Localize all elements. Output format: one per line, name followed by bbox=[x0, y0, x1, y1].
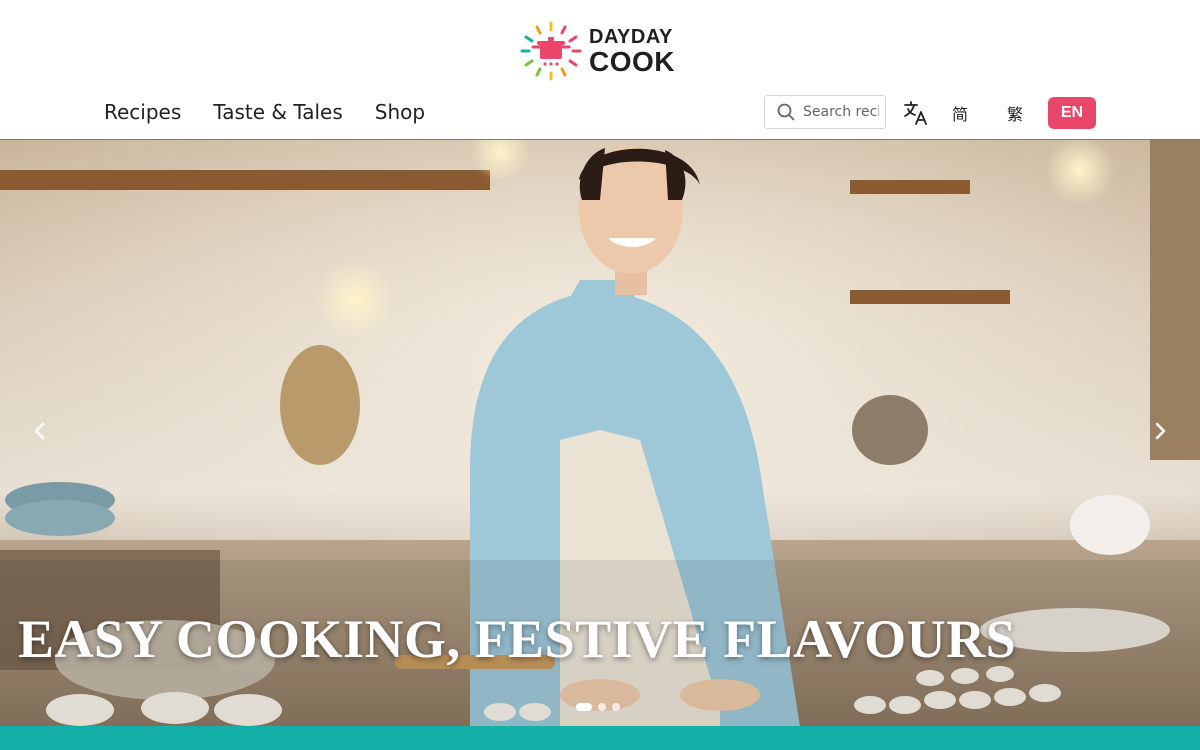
lang-simplified-button[interactable]: 简 bbox=[945, 97, 975, 129]
carousel-dot-1[interactable] bbox=[576, 703, 592, 711]
translate-icon[interactable] bbox=[903, 100, 929, 126]
brand-wordmark: DAYDAY COOK bbox=[589, 27, 675, 76]
lang-traditional-button[interactable]: 繁 bbox=[1000, 97, 1030, 129]
carousel-dot-3[interactable] bbox=[612, 703, 620, 711]
lang-english-button[interactable]: EN bbox=[1048, 97, 1096, 129]
carousel-prev-button[interactable] bbox=[25, 416, 55, 446]
site-header: DAYDAY COOK Recipes Taste & Tales Shop 简… bbox=[0, 0, 1200, 139]
chevron-right-icon[interactable] bbox=[1153, 422, 1167, 440]
chevron-left-icon[interactable] bbox=[33, 422, 47, 440]
nav-item-taste-tales[interactable]: Taste & Tales bbox=[213, 100, 342, 124]
search-box[interactable] bbox=[764, 95, 886, 129]
brand-line2: COOK bbox=[589, 45, 675, 77]
carousel-next-button[interactable] bbox=[1145, 416, 1175, 446]
brand-line1: DAYDAY bbox=[589, 25, 673, 48]
nav-item-shop[interactable]: Shop bbox=[375, 100, 425, 124]
nav-item-recipes[interactable]: Recipes bbox=[104, 100, 181, 124]
hero-carousel: EASY COOKING, FESTIVE FLAVOURS bbox=[0, 139, 1200, 726]
search-icon[interactable] bbox=[777, 103, 795, 121]
brand-logo[interactable]: DAYDAY COOK bbox=[519, 19, 684, 83]
teal-band bbox=[0, 726, 1200, 750]
carousel-indicators bbox=[576, 703, 620, 711]
pot-logo-icon bbox=[520, 21, 582, 81]
search-input[interactable] bbox=[803, 104, 879, 120]
hero-caption[interactable]: EASY COOKING, FESTIVE FLAVOURS bbox=[18, 608, 1016, 670]
main-nav: Recipes Taste & Tales Shop bbox=[104, 100, 425, 124]
carousel-dot-2[interactable] bbox=[598, 703, 606, 711]
